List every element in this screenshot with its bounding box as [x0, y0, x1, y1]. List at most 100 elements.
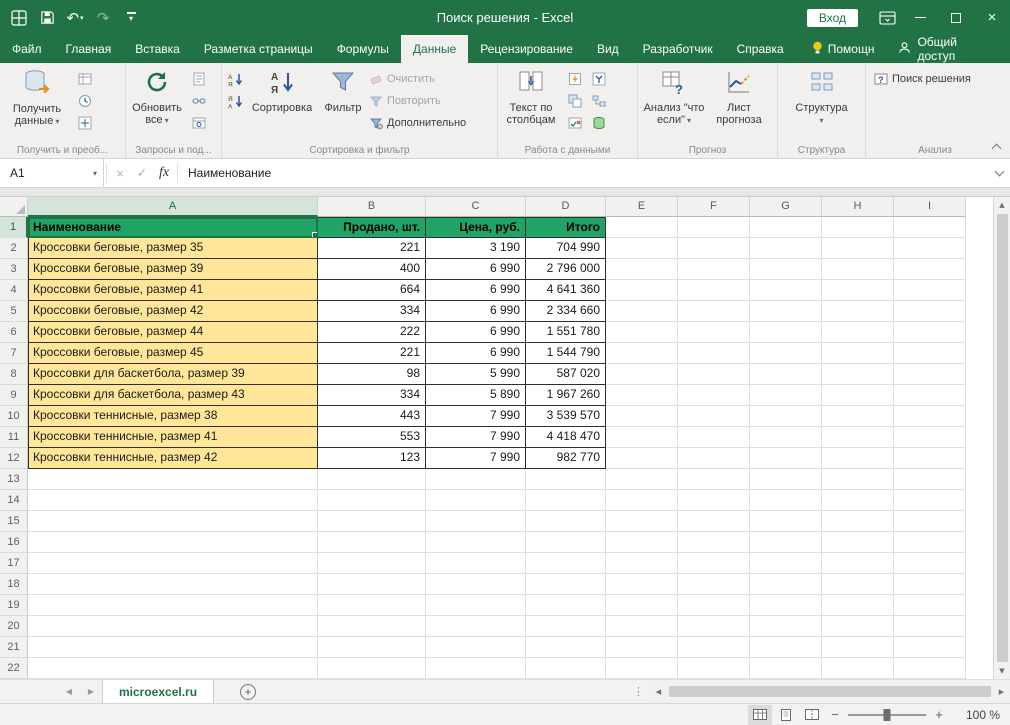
row-header-21[interactable]: 21	[0, 637, 28, 658]
cell-D10[interactable]: 3 539 570	[526, 406, 606, 427]
cell-G16[interactable]	[750, 532, 822, 553]
cell-I17[interactable]	[894, 553, 966, 574]
cell-B19[interactable]	[318, 595, 426, 616]
cell-C4[interactable]: 6 990	[426, 280, 526, 301]
hscroll-left-icon[interactable]: ◀	[650, 688, 667, 696]
cell-I9[interactable]	[894, 385, 966, 406]
enter-icon[interactable]: ✓	[131, 159, 153, 187]
cell-F9[interactable]	[678, 385, 750, 406]
column-header-F[interactable]: F	[678, 197, 750, 217]
cell-B1[interactable]: Продано, шт.	[318, 217, 426, 238]
cell-A6[interactable]: Кроссовки беговые, размер 44	[28, 322, 318, 343]
cell-E18[interactable]	[606, 574, 678, 595]
recent-sources-icon[interactable]	[74, 91, 96, 111]
column-header-A[interactable]: A	[28, 197, 318, 217]
cell-F18[interactable]	[678, 574, 750, 595]
cell-I12[interactable]	[894, 448, 966, 469]
cell-G21[interactable]	[750, 637, 822, 658]
cell-I14[interactable]	[894, 490, 966, 511]
cell-D14[interactable]	[526, 490, 606, 511]
cell-F10[interactable]	[678, 406, 750, 427]
cell-I3[interactable]	[894, 259, 966, 280]
hscroll-right-icon[interactable]: ▶	[993, 688, 1010, 696]
cell-E13[interactable]	[606, 469, 678, 490]
row-header-6[interactable]: 6	[0, 322, 28, 343]
cell-H6[interactable]	[822, 322, 894, 343]
page-break-view-icon[interactable]	[800, 705, 824, 725]
cell-A8[interactable]: Кроссовки для баскетбола, размер 39	[28, 364, 318, 385]
column-header-C[interactable]: C	[426, 197, 526, 217]
cell-G1[interactable]	[750, 217, 822, 238]
zoom-out-icon[interactable]: −	[826, 707, 844, 722]
consolidate-icon[interactable]	[588, 69, 610, 89]
customize-qat-icon[interactable]: ▾	[120, 7, 142, 29]
cell-C20[interactable]	[426, 616, 526, 637]
cell-I8[interactable]	[894, 364, 966, 385]
cell-H13[interactable]	[822, 469, 894, 490]
cell-C17[interactable]	[426, 553, 526, 574]
cell-I7[interactable]	[894, 343, 966, 364]
cell-C5[interactable]: 6 990	[426, 301, 526, 322]
cell-H19[interactable]	[822, 595, 894, 616]
cell-H17[interactable]	[822, 553, 894, 574]
row-header-16[interactable]: 16	[0, 532, 28, 553]
cell-H8[interactable]	[822, 364, 894, 385]
cell-C2[interactable]: 3 190	[426, 238, 526, 259]
cell-H10[interactable]	[822, 406, 894, 427]
cell-D16[interactable]	[526, 532, 606, 553]
tab-page-layout[interactable]: Разметка страницы	[192, 35, 325, 63]
cell-G4[interactable]	[750, 280, 822, 301]
cell-B11[interactable]: 553	[318, 427, 426, 448]
cell-I18[interactable]	[894, 574, 966, 595]
zoom-slider-thumb[interactable]	[884, 709, 891, 721]
cell-B3[interactable]: 400	[318, 259, 426, 280]
tab-home[interactable]: Главная	[54, 35, 124, 63]
cell-C8[interactable]: 5 990	[426, 364, 526, 385]
cell-A21[interactable]	[28, 637, 318, 658]
formula-input[interactable]: Наименование	[180, 159, 988, 187]
cell-I10[interactable]	[894, 406, 966, 427]
cell-G12[interactable]	[750, 448, 822, 469]
cell-B17[interactable]	[318, 553, 426, 574]
close-button[interactable]: ×	[974, 0, 1010, 35]
row-header-5[interactable]: 5	[0, 301, 28, 322]
cell-G13[interactable]	[750, 469, 822, 490]
cell-I20[interactable]	[894, 616, 966, 637]
add-sheet-button[interactable]: +	[240, 684, 256, 700]
cell-C18[interactable]	[426, 574, 526, 595]
sheet-nav-right-icon[interactable]: ▶	[80, 680, 102, 703]
cell-C15[interactable]	[426, 511, 526, 532]
cell-G10[interactable]	[750, 406, 822, 427]
share-button[interactable]: Общий доступ	[884, 35, 1010, 63]
cell-C11[interactable]: 7 990	[426, 427, 526, 448]
cell-A17[interactable]	[28, 553, 318, 574]
filter-button[interactable]: Фильтр	[318, 66, 368, 114]
scroll-down-icon[interactable]: ▼	[994, 663, 1010, 679]
cell-F2[interactable]	[678, 238, 750, 259]
cell-C3[interactable]: 6 990	[426, 259, 526, 280]
edit-links-icon[interactable]	[188, 91, 210, 111]
signin-button[interactable]: Вход	[807, 9, 858, 27]
row-header-15[interactable]: 15	[0, 511, 28, 532]
cell-D15[interactable]	[526, 511, 606, 532]
reapply-filter-button[interactable]: Повторить	[370, 92, 466, 110]
row-header-19[interactable]: 19	[0, 595, 28, 616]
tab-data[interactable]: Данные	[401, 35, 468, 63]
row-header-13[interactable]: 13	[0, 469, 28, 490]
cell-A7[interactable]: Кроссовки беговые, размер 45	[28, 343, 318, 364]
cell-B16[interactable]	[318, 532, 426, 553]
cell-D12[interactable]: 982 770	[526, 448, 606, 469]
cell-F8[interactable]	[678, 364, 750, 385]
cell-I13[interactable]	[894, 469, 966, 490]
cell-E20[interactable]	[606, 616, 678, 637]
cell-D4[interactable]: 4 641 360	[526, 280, 606, 301]
row-header-8[interactable]: 8	[0, 364, 28, 385]
cell-E10[interactable]	[606, 406, 678, 427]
cell-E22[interactable]	[606, 658, 678, 679]
cell-A3[interactable]: Кроссовки беговые, размер 39	[28, 259, 318, 280]
cell-E1[interactable]	[606, 217, 678, 238]
cell-G17[interactable]	[750, 553, 822, 574]
cell-E16[interactable]	[606, 532, 678, 553]
cell-A15[interactable]	[28, 511, 318, 532]
clear-filter-button[interactable]: Очистить	[370, 70, 466, 88]
